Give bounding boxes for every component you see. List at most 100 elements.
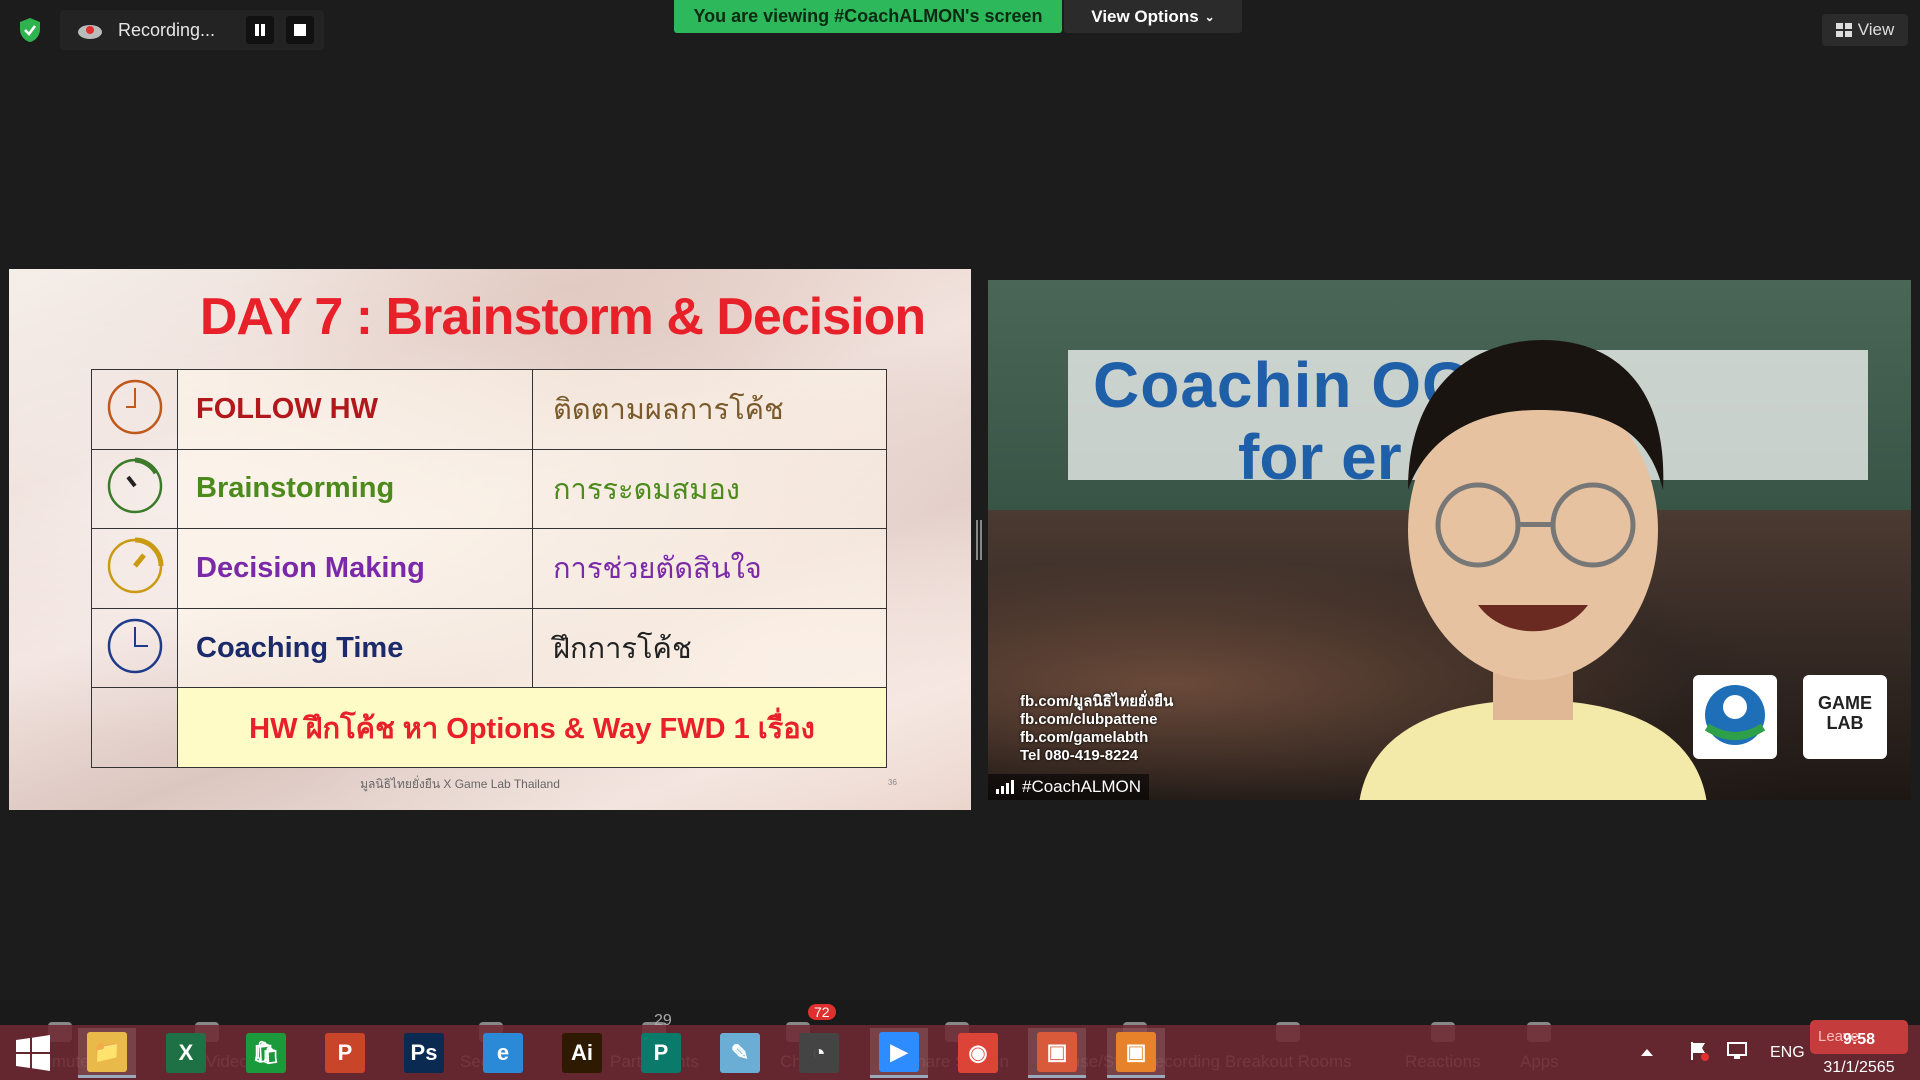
connection-signal-icon [996, 780, 1014, 794]
app-glyph: P [653, 1040, 669, 1065]
clock-icon [91, 607, 178, 689]
agenda-row: Coaching Time ฝึกการโค้ช [91, 607, 887, 689]
cloud-recording-icon [78, 25, 102, 39]
clock-time: 9:58 [1842, 1031, 1876, 1048]
viewing-screen-banner: You are viewing #CoachALMON's screen [674, 0, 1062, 33]
shared-screen-slide: DAY 7 : Brainstorm & Decision FOLLOW HW ต… [9, 269, 971, 810]
agenda-table: FOLLOW HW ติดตามผลการโค้ช Brainstorming การ… [91, 369, 887, 768]
agenda-topic-th: ฝึกการโค้ช [532, 607, 887, 689]
clock-icon [91, 448, 178, 530]
chevron-down-icon: ⌄ [1204, 9, 1215, 24]
encryption-shield-icon[interactable] [16, 16, 44, 44]
taskbar-app-illustrator[interactable]: Ai [553, 1028, 611, 1078]
stop-icon [294, 24, 306, 36]
view-button[interactable]: View [1822, 14, 1908, 46]
app-glyph: 🛍 [252, 1040, 280, 1065]
app-glyph: ▣ [1125, 1038, 1147, 1064]
contact-info: fb.com/มูลนิธิไทยยั่งยืน fb.com/clubpatt… [1020, 693, 1173, 765]
store-icon: 🛍 [246, 1033, 286, 1073]
taskbar-app-photo-viewer[interactable]: ▣ [1028, 1028, 1086, 1078]
agenda-topic-en: Coaching Time [177, 607, 533, 689]
publisher-icon: P [641, 1033, 681, 1073]
action-center-flag-icon[interactable] [1688, 1040, 1712, 1064]
slide-footer: มูลนิธิไทยยั่งยืน X Game Lab Thailand [360, 777, 560, 791]
speaker-person [1359, 340, 1707, 800]
foundation-logo [1693, 675, 1777, 759]
agenda-topic-en: Brainstorming [177, 448, 533, 530]
view-options-label: View Options [1091, 6, 1199, 26]
view-options-dropdown[interactable]: View Options ⌄ [1064, 0, 1242, 33]
contact-line: fb.com/gamelabth [1020, 729, 1149, 746]
contact-line: fb.com/clubpattene [1020, 711, 1158, 728]
file-explorer-icon: 📁 [87, 1031, 127, 1072]
view-label: View [1857, 20, 1895, 39]
taskbar-app-store[interactable]: 🛍 [237, 1028, 295, 1078]
app-glyph: ◔ [812, 1040, 826, 1065]
speaker-video-tile[interactable]: Coachin OGRAM for er fb.com/มูลนิธิไทยยั… [988, 280, 1911, 800]
taskbar-app-notepad[interactable]: ✎ [711, 1028, 769, 1078]
taskbar-app-photoscape[interactable]: ◔ [790, 1028, 848, 1078]
excel-icon: X [166, 1033, 206, 1073]
taskbar-app-excel[interactable]: X [157, 1028, 215, 1078]
illustrator-icon: Ai [562, 1033, 602, 1073]
clock-icon [91, 528, 178, 609]
app-glyph: Ai [571, 1040, 593, 1065]
app-glyph: Ps [410, 1040, 438, 1065]
agenda-topic-en: Decision Making [177, 528, 533, 609]
chat-badge: 72 [808, 1004, 836, 1020]
taskbar-app-chrome[interactable]: ◉ [949, 1028, 1007, 1078]
recording-indicator: Recording... [60, 10, 324, 50]
taskbar-app-zoom[interactable]: ▶ [870, 1028, 928, 1078]
agenda-topic-en: FOLLOW HW [177, 369, 533, 450]
homework-text: HW ฝึกโค้ช หา Options & Way FWD 1 เรื่อง [177, 687, 887, 768]
taskbar-clock[interactable]: 9:58 31/1/2565 [1810, 1020, 1908, 1080]
app-glyph: ◉ [968, 1040, 988, 1065]
photoscape-icon: ◔ [799, 1033, 839, 1073]
app-glyph: X [178, 1040, 194, 1065]
clock-icon [91, 369, 178, 450]
grid-view-icon [1835, 23, 1852, 37]
agenda-row: Brainstorming การระดมสมอง [91, 448, 887, 530]
network-icon[interactable] [1726, 1040, 1750, 1064]
windows-logo-icon [16, 1035, 50, 1071]
agenda-row: FOLLOW HW ติดตามผลการโค้ช [91, 369, 887, 450]
powerpoint-icon: P [325, 1033, 365, 1073]
taskbar-app-photo-app[interactable]: ▣ [1107, 1028, 1165, 1078]
chrome-icon: ◉ [958, 1033, 998, 1073]
app-glyph: ▣ [1046, 1038, 1068, 1064]
tray-expand-icon[interactable] [1640, 1044, 1660, 1064]
app-glyph: 📁 [93, 1038, 121, 1064]
notepad-icon: ✎ [720, 1033, 760, 1073]
recording-label: Recording... [118, 19, 216, 40]
app-glyph: ✎ [730, 1040, 750, 1065]
stop-recording-button[interactable] [286, 16, 314, 44]
game-lab-logo: GAME LAB [1803, 675, 1887, 759]
photoshop-icon: Ps [404, 1033, 444, 1073]
taskbar-app-powerpoint[interactable]: P [316, 1028, 374, 1078]
photo-app-icon: ▣ [1116, 1031, 1156, 1072]
start-button[interactable] [4, 1028, 62, 1078]
app-glyph: e [496, 1040, 510, 1065]
app-glyph: P [337, 1040, 353, 1065]
agenda-topic-th: การระดมสมอง [532, 448, 887, 530]
contact-line: fb.com/มูลนิธิไทยยั่งยืน [1020, 693, 1174, 710]
app-glyph: ▶ [890, 1038, 908, 1064]
taskbar-app-internet-explorer[interactable]: e [474, 1028, 532, 1078]
clock-date: 31/1/2565 [1823, 1059, 1895, 1076]
empty-icon-cell [91, 687, 178, 768]
taskbar-app-publisher[interactable]: P [632, 1028, 690, 1078]
split-view-divider[interactable] [976, 520, 982, 560]
taskbar-app-photoshop[interactable]: Ps [395, 1028, 453, 1078]
agenda-topic-th: การช่วยตัดสินใจ [532, 528, 887, 609]
internet-explorer-icon: e [483, 1033, 523, 1073]
slide-title: DAY 7 : Brainstorm & Decision [199, 288, 926, 346]
zoom-icon: ▶ [879, 1031, 919, 1072]
agenda-row-homework: HW ฝึกโค้ช หา Options & Way FWD 1 เรื่อง [91, 687, 887, 768]
participant-name: #CoachALMON [1022, 777, 1142, 796]
agenda-row: Decision Making การช่วยตัดสินใจ [91, 528, 887, 609]
pause-recording-button[interactable] [246, 16, 274, 44]
photo-viewer-icon: ▣ [1037, 1031, 1077, 1072]
pause-icon [255, 24, 265, 36]
input-language[interactable]: ENG [1770, 1044, 1805, 1062]
taskbar-app-file-explorer[interactable]: 📁 [78, 1028, 136, 1078]
